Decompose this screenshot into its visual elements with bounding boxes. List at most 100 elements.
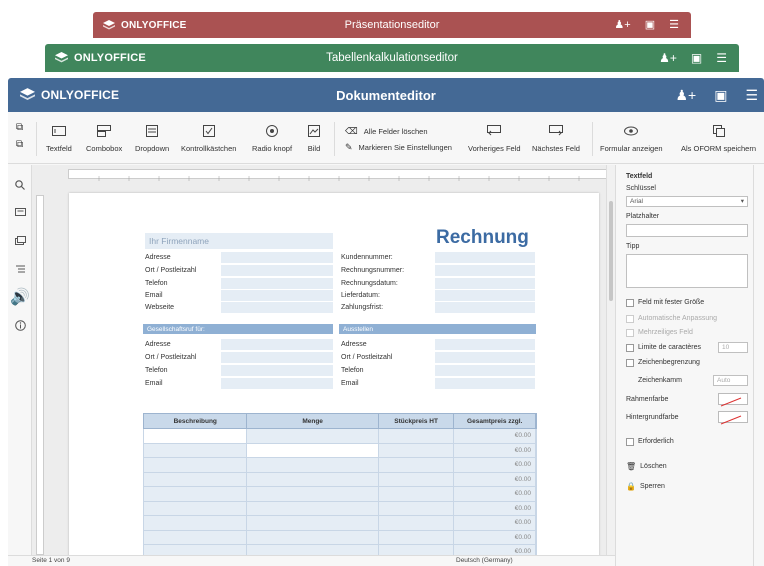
copy-icon[interactable]: ⧉ (16, 122, 23, 133)
email-field[interactable] (221, 290, 333, 301)
lock-button[interactable]: 🔒 Sperren (626, 482, 665, 491)
menu-icon[interactable]: ☰ (716, 51, 727, 65)
clear-all-fields-button[interactable]: ⌫ Alle Felder löschen (345, 126, 428, 137)
row-total: €0.00 (454, 458, 537, 472)
billing-email-field[interactable] (221, 378, 333, 389)
fixed-size-checkbox[interactable] (626, 299, 634, 307)
open-location-icon[interactable]: ▣ (645, 18, 655, 31)
billing-header: Gesellschaftsruf für: (143, 324, 333, 334)
shipping-header: Ausstellen (339, 324, 536, 334)
open-location-icon[interactable]: ▣ (714, 87, 727, 104)
no-color-icon (720, 415, 742, 425)
textfield-button[interactable]: Textfeld (46, 124, 72, 153)
combobox-label: Combobox (86, 144, 123, 153)
address-field[interactable] (221, 252, 333, 263)
app-stage: ONLYOFFICE Präsentationseditor ♟+ ▣ ☰ ON… (0, 0, 764, 566)
required-checkbox[interactable] (626, 438, 634, 446)
border-color-picker[interactable] (718, 393, 748, 407)
menu-icon[interactable]: ☰ (669, 18, 679, 31)
invoice-date-field[interactable] (435, 278, 535, 289)
invoice-number-field[interactable] (435, 265, 535, 276)
table-row[interactable]: €0.00 (143, 516, 537, 531)
background-color-label: Hintergrundfarbe (626, 414, 679, 421)
chat-icon[interactable] (14, 235, 26, 247)
table-row[interactable]: €0.00 (143, 443, 537, 458)
delete-button[interactable]: 🗑 Löschen (626, 462, 667, 471)
add-user-icon[interactable]: ♟+ (614, 18, 630, 31)
items-table-header: Beschreibung Menge Stückpreis HT Gesamtp… (143, 413, 537, 429)
open-location-icon[interactable]: ▣ (691, 51, 702, 65)
search-icon[interactable] (14, 179, 26, 191)
vertical-scrollbar[interactable] (606, 165, 615, 555)
autofit-checkbox[interactable] (626, 315, 634, 323)
previous-field-button[interactable]: Vorheriges Feld (468, 124, 521, 153)
onlyoffice-logo-icon (55, 52, 68, 63)
cell-width-input[interactable]: Auto (713, 375, 748, 386)
multiline-label: Mehrzeiliges Feld (638, 329, 693, 336)
add-user-icon[interactable]: ♟+ (659, 51, 677, 65)
placeholder-input[interactable] (626, 224, 748, 237)
label-customer-number: Kundennummer: (341, 254, 393, 261)
highlight-settings-button[interactable]: ✎ Markieren Sie Einstellungen (345, 142, 452, 153)
table-row[interactable]: €0.00 (143, 487, 537, 502)
key-select[interactable]: Arial ▾ (626, 196, 748, 207)
payment-due-field[interactable] (435, 302, 535, 313)
radio-button-tool[interactable]: Radio knopf (252, 124, 292, 153)
menu-icon[interactable]: ☰ (745, 87, 758, 104)
view-form-button[interactable]: Formular anzeigen (600, 124, 663, 153)
phone-field[interactable] (221, 278, 333, 289)
fixed-size-label: Feld mit fester Größe (638, 299, 705, 306)
info-icon[interactable] (14, 319, 26, 331)
billing-label-city: Ort / Postleitzahl (145, 354, 197, 361)
horizontal-ruler[interactable] (68, 169, 608, 181)
checkbox-button[interactable]: Kontrollkästchen (181, 124, 236, 153)
language-selector[interactable]: Deutsch (Germany) (456, 557, 513, 564)
save-oform-button[interactable]: Als OFORM speichern (681, 124, 756, 153)
add-user-icon[interactable]: ♟+ (675, 87, 696, 104)
shipping-email-field[interactable] (435, 378, 535, 389)
navigation-icon[interactable] (14, 263, 26, 275)
combobox-button[interactable]: Combobox (86, 124, 122, 153)
image-button[interactable]: Bild (307, 124, 321, 153)
vertical-ruler[interactable] (36, 195, 44, 555)
table-row[interactable]: €0.00 (143, 501, 537, 516)
background-color-picker[interactable] (718, 411, 748, 425)
table-row[interactable]: €0.00 (143, 530, 537, 545)
multiline-checkbox[interactable] (626, 329, 634, 337)
billing-address-field[interactable] (221, 339, 333, 350)
billing-city-field[interactable] (221, 352, 333, 363)
customer-number-field[interactable] (435, 252, 535, 263)
company-name-field[interactable]: Ihr Firmenname (145, 233, 333, 249)
shipping-city-field[interactable] (435, 352, 535, 363)
audio-icon[interactable]: 🔊 (10, 289, 30, 306)
tip-label: Tipp (626, 243, 640, 250)
scrollbar-thumb[interactable] (609, 201, 613, 301)
table-row[interactable]: €0.00 (143, 458, 537, 473)
table-row[interactable]: €0.00 (143, 545, 537, 555)
trash-icon: 🗑 (626, 462, 637, 471)
key-label: Schlüssel (626, 185, 656, 192)
table-row[interactable]: €0.00 (143, 472, 537, 487)
tip-textarea[interactable] (626, 254, 748, 288)
document-canvas[interactable]: Ihr Firmenname Rechnung Adresse Ort / Po… (32, 165, 615, 555)
char-limit-checkbox[interactable] (626, 344, 634, 352)
shipping-address-field[interactable] (435, 339, 535, 350)
page-counter[interactable]: Seite 1 von 9 (32, 557, 70, 564)
website-field[interactable] (221, 302, 333, 313)
billing-label-email: Email (145, 380, 163, 387)
comb-checkbox[interactable] (626, 359, 634, 367)
city-field[interactable] (221, 265, 333, 276)
shipping-phone-field[interactable] (435, 365, 535, 376)
comments-icon[interactable] (14, 207, 26, 219)
paste-icon[interactable]: ⧉ (16, 139, 23, 150)
billing-phone-field[interactable] (221, 365, 333, 376)
lock-icon: 🔒 (626, 482, 636, 491)
document-page[interactable]: Ihr Firmenname Rechnung Adresse Ort / Po… (69, 193, 599, 555)
table-row[interactable]: €0.00 (143, 429, 537, 444)
row-total: €0.00 (454, 472, 537, 486)
delivery-date-field[interactable] (435, 290, 535, 301)
cell-width-label: Zeichenkamm (638, 377, 682, 384)
dropdown-button[interactable]: Dropdown (135, 124, 169, 153)
char-limit-input[interactable]: 10 (718, 342, 748, 353)
next-field-button[interactable]: Nächstes Feld (532, 124, 580, 153)
